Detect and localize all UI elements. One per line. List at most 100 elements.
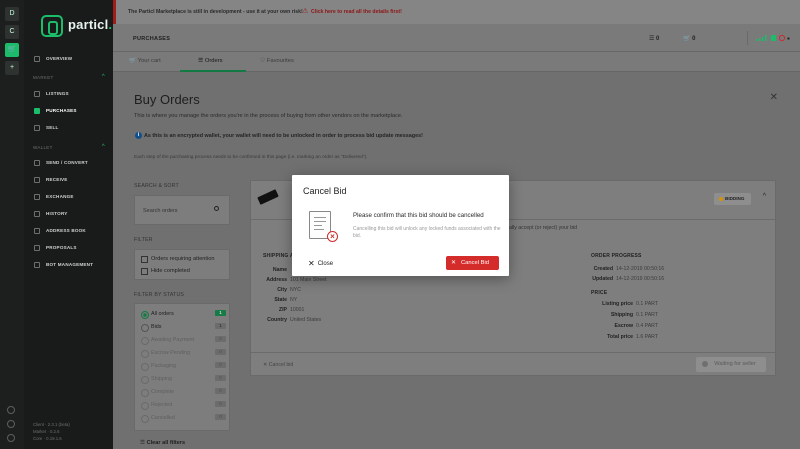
- shipping-address-header: SHIPPING A: [263, 253, 294, 259]
- bot-icon: [34, 262, 40, 268]
- dev-warning-banner: The Particl Marketplace is still in deve…: [113, 0, 800, 24]
- tab-favourites[interactable]: ♡ Favourites: [260, 58, 294, 64]
- page-title: Buy Orders: [134, 92, 200, 107]
- workspace-rail: D C 🛒 +: [0, 0, 24, 449]
- order-progress-header: ORDER PROGRESS: [591, 253, 642, 259]
- market-section-header[interactable]: MARKET ^: [33, 74, 105, 80]
- warning-icon: ⚠: [302, 8, 309, 15]
- receive-icon: [34, 177, 40, 183]
- exchange-icon: [34, 194, 40, 200]
- filter-hide-completed[interactable]: Hide completed: [141, 268, 190, 275]
- filter-requiring-attention[interactable]: Orders requiring attention: [140, 256, 214, 263]
- search-sort-label: SEARCH & SORT: [134, 183, 179, 189]
- waiting-for-seller-button[interactable]: Waiting for seller: [696, 357, 766, 372]
- close-icon[interactable]: ✕: [770, 92, 778, 103]
- particl-logo-icon: [41, 15, 63, 37]
- chevron-up-icon: ^: [101, 74, 105, 80]
- market-version: Market · 0.2.6: [33, 429, 60, 434]
- listings-icon: [34, 91, 40, 97]
- grid-icon: [34, 56, 40, 62]
- purchase-tabs: 🛒 Your cart ☰ Orders ♡ Favourites: [113, 52, 800, 72]
- clear-filters-button[interactable]: ☰ Clear all filters: [140, 440, 185, 446]
- price-header: PRICE: [591, 290, 608, 296]
- product-thumbnail: [255, 185, 277, 207]
- cancel-bid-link[interactable]: ✕ Cancel bid: [263, 362, 293, 368]
- dialog-note: Cancelling this bid will unlock any lock…: [353, 226, 501, 239]
- clear-filter-icon: ☰: [140, 440, 147, 446]
- progress-created: Created 14-12-2019 00:50:16: [593, 266, 665, 272]
- sidebar-item-purchases[interactable]: PURCHASES: [24, 103, 113, 119]
- svg-text:▪: ▪: [787, 34, 790, 43]
- proposals-icon: [34, 245, 40, 251]
- workspace-d[interactable]: D: [5, 7, 19, 21]
- add-workspace-button[interactable]: +: [5, 61, 19, 75]
- core-version: Core · 0.19.1.6: [33, 436, 62, 441]
- sidebar-item-exchange[interactable]: EXCHANGE: [24, 189, 113, 205]
- search-icon[interactable]: [214, 206, 219, 211]
- close-icon: ✕: [308, 259, 315, 268]
- accept-bid-text: ally accept (or reject) your bid: [509, 225, 578, 231]
- dialog-close-button[interactable]: ✕ Close: [308, 259, 333, 268]
- shipping-name: Name: [272, 267, 287, 273]
- card-footer-divider: [251, 352, 775, 353]
- unlock-wallet-info: i As this is an encrypted wallet, your wa…: [135, 132, 423, 139]
- sidebar-item-proposals[interactable]: PROPOSALS: [24, 240, 113, 256]
- dev-warning-text: The Particl Marketplace is still in deve…: [128, 9, 303, 15]
- progress-updated: Updated 14-12-2019 00:50:16: [592, 276, 665, 282]
- tab-orders[interactable]: ☰ Orders: [198, 58, 223, 64]
- sidebar: particl. OVERVIEW MARKET ^ LISTINGS PURCH…: [24, 0, 113, 449]
- history-icon: [34, 211, 40, 217]
- sidebar-item-history[interactable]: HISTORY: [24, 206, 113, 222]
- wallet-section-header[interactable]: WALLET ^: [33, 144, 105, 150]
- read-details-link[interactable]: Click here to read all the details first…: [311, 9, 402, 15]
- bids-counter[interactable]: ☰ 0: [649, 35, 659, 42]
- list-icon: ☰: [649, 36, 657, 42]
- active-tab-indicator: [180, 70, 246, 72]
- workspace-c[interactable]: C: [5, 25, 19, 39]
- shipping-address: Address 101 Main Street: [266, 277, 327, 283]
- sidebar-item-sell[interactable]: SELL: [24, 120, 113, 136]
- send-icon: [34, 160, 40, 166]
- page-subtitle: This is where you manage the orders you'…: [134, 113, 403, 119]
- shipping-city: City NYC: [277, 287, 301, 293]
- status-badge: BIDDING: [714, 193, 751, 205]
- shipping-zip: ZIP 10001: [278, 307, 305, 313]
- settings-icon[interactable]: [7, 406, 15, 414]
- chevron-up-icon[interactable]: ^: [763, 193, 766, 200]
- shipping-state: State NY: [274, 297, 298, 303]
- status-indicators: ▪: [747, 31, 800, 45]
- sidebar-item-address-book[interactable]: ADDRESS BOOK: [24, 223, 113, 239]
- page-header: PURCHASES ☰ 0 🛒 0 ▪: [113, 24, 800, 52]
- price-shipping: Shipping 0.1 PART: [610, 312, 659, 318]
- brand-name: particl.: [68, 17, 113, 32]
- sidebar-item-overview[interactable]: OVERVIEW: [24, 51, 113, 67]
- power-icon[interactable]: [7, 434, 15, 442]
- steps-note: Each step of the purchasing process need…: [134, 155, 368, 160]
- sidebar-item-receive[interactable]: RECEIVE: [24, 172, 113, 188]
- cancel-bid-dialog: Cancel Bid × Please confirm that this bi…: [292, 175, 509, 276]
- cancel-x-icon: ×: [327, 231, 338, 242]
- cancel-document-icon: ×: [309, 211, 338, 242]
- sidebar-item-send[interactable]: SEND / CONVERT: [24, 155, 113, 171]
- address-book-icon: [34, 228, 40, 234]
- cart-counter[interactable]: 🛒 0: [683, 35, 695, 42]
- sidebar-item-listings[interactable]: LISTINGS: [24, 86, 113, 102]
- confirm-cancel-bid-button[interactable]: Cancel Bid: [446, 256, 499, 270]
- store-icon: [34, 125, 40, 131]
- filter-box: Orders requiring attention Hide complete…: [134, 249, 230, 280]
- signal-icon: ▪: [756, 34, 790, 43]
- client-version: Client · 2.3.1 (beta): [33, 422, 70, 427]
- info-icon: i: [135, 132, 142, 139]
- help-icon[interactable]: [7, 420, 15, 428]
- dialog-title: Cancel Bid: [303, 186, 347, 196]
- cart-workspace-icon[interactable]: 🛒: [5, 43, 19, 57]
- price-listing: Listing price 0.1 PART: [602, 301, 659, 307]
- tab-your-cart[interactable]: 🛒 Your cart: [129, 58, 161, 64]
- filter-status-label: FILTER BY STATUS: [134, 292, 185, 298]
- chevron-up-icon: ^: [101, 144, 105, 150]
- search-orders-input[interactable]: Search orders: [143, 208, 178, 214]
- sidebar-item-bot-management[interactable]: BOT MANAGEMENT: [24, 257, 113, 273]
- status-filter-box: All orders 1 Bids 1 Awaiting Payment 0 Escr…: [134, 303, 230, 431]
- price-total: Total price 1.6 PART: [607, 334, 659, 340]
- search-orders-field[interactable]: Search orders: [134, 195, 230, 225]
